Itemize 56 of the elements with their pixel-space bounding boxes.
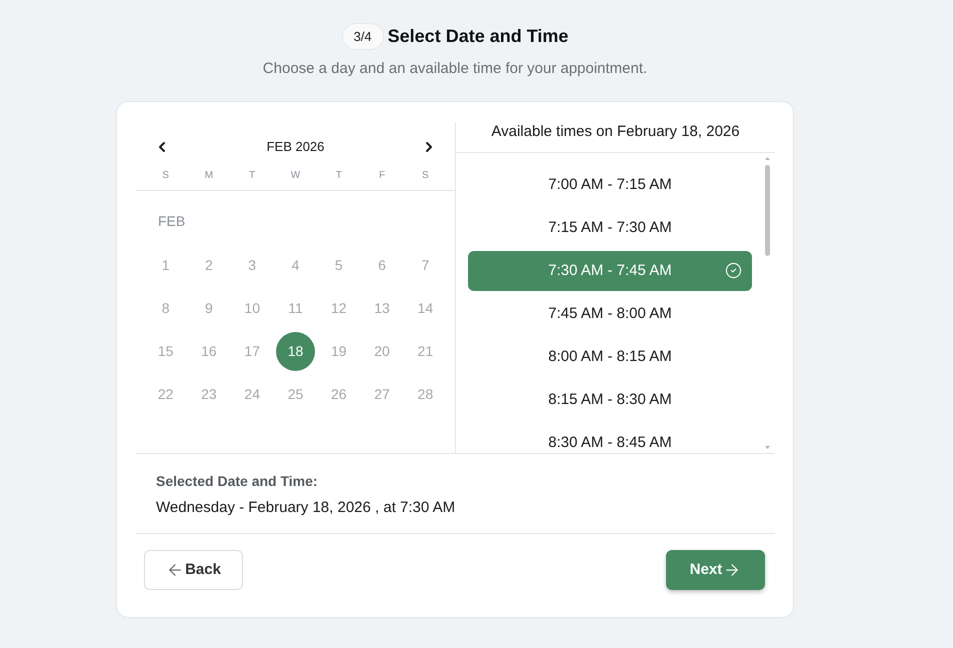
selection-value: Wednesday - February 18, 2026 , at 7:30 AM xyxy=(156,498,456,518)
calendar-day[interactable]: 6 xyxy=(362,246,402,285)
calendar-day[interactable]: 8 xyxy=(146,289,186,328)
check-circle-icon xyxy=(725,262,742,279)
month-label: FEB 2026 xyxy=(266,138,324,156)
calendar-day[interactable]: 7 xyxy=(406,246,445,285)
calendar-day[interactable]: 4 xyxy=(276,246,315,285)
time-slot[interactable]: 7:15 AM - 7:30 AM xyxy=(468,208,752,248)
weekday-label: W xyxy=(290,169,300,183)
calendar-day[interactable]: 11 xyxy=(276,289,315,328)
calendar-day[interactable]: 17 xyxy=(232,332,272,371)
scroll-up-arrow-icon[interactable] xyxy=(765,157,770,160)
calendar-day[interactable]: 5 xyxy=(319,246,358,285)
calendar-day[interactable]: 26 xyxy=(319,375,358,414)
calendar-day[interactable]: 2 xyxy=(189,246,228,285)
calendar-day[interactable]: 28 xyxy=(406,375,445,414)
calendar-day[interactable]: 27 xyxy=(362,375,402,414)
month-heading: FEB xyxy=(158,213,186,229)
weekday-label: S xyxy=(422,169,429,183)
weekday-label: M xyxy=(204,169,214,183)
calendar-day[interactable]: 3 xyxy=(232,246,272,285)
scrollbar-thumb[interactable] xyxy=(765,165,770,256)
calendar-day[interactable]: 9 xyxy=(189,289,228,328)
calendar-day[interactable]: 20 xyxy=(362,332,402,371)
calendar-day[interactable]: 25 xyxy=(276,375,315,414)
calendar-day[interactable]: 22 xyxy=(146,375,186,414)
calendar-day[interactable]: 21 xyxy=(406,332,445,371)
time-slot[interactable]: 7:00 AM - 7:15 AM xyxy=(468,165,752,205)
weekday-label: F xyxy=(379,169,386,183)
calendar-day[interactable]: 12 xyxy=(319,289,358,328)
calendar-day[interactable]: 10 xyxy=(232,289,272,328)
time-slot[interactable]: 8:30 AM - 8:45 AM xyxy=(468,423,752,453)
calendar-day[interactable]: 1 xyxy=(146,246,186,285)
scroll-down-arrow-icon[interactable] xyxy=(765,446,770,449)
calendar-day[interactable]: 24 xyxy=(232,375,272,414)
calendar-day[interactable]: 18 xyxy=(276,332,315,371)
calendar-day[interactable]: 14 xyxy=(406,289,445,328)
calendar-day[interactable]: 23 xyxy=(189,375,228,414)
weekday-label: T xyxy=(249,169,256,183)
next-button[interactable]: Next xyxy=(666,550,765,590)
calendar-day[interactable]: 15 xyxy=(146,332,186,371)
step-badge: 3/4 xyxy=(342,23,384,50)
weekday-label: T xyxy=(336,169,342,183)
calendar-day[interactable]: 16 xyxy=(189,332,228,371)
time-slot[interactable]: 8:00 AM - 8:15 AM xyxy=(468,337,752,377)
time-slot[interactable]: 7:30 AM - 7:45 AM xyxy=(468,251,752,291)
time-slot[interactable]: 8:15 AM - 8:30 AM xyxy=(468,380,752,420)
calendar-day[interactable]: 19 xyxy=(319,332,358,371)
time-slot[interactable]: 7:45 AM - 8:00 AM xyxy=(468,294,752,334)
page-title: Select Date and Time xyxy=(388,25,568,48)
times-header: Available times on February 18, 2026 xyxy=(491,122,740,142)
back-button[interactable]: Back xyxy=(144,550,243,590)
page-subtitle: Choose a day and an available time for your appointment. xyxy=(262,59,648,79)
selection-label: Selected Date and Time: xyxy=(156,472,318,491)
calendar-day[interactable]: 13 xyxy=(362,289,402,328)
weekday-label: S xyxy=(162,169,169,183)
